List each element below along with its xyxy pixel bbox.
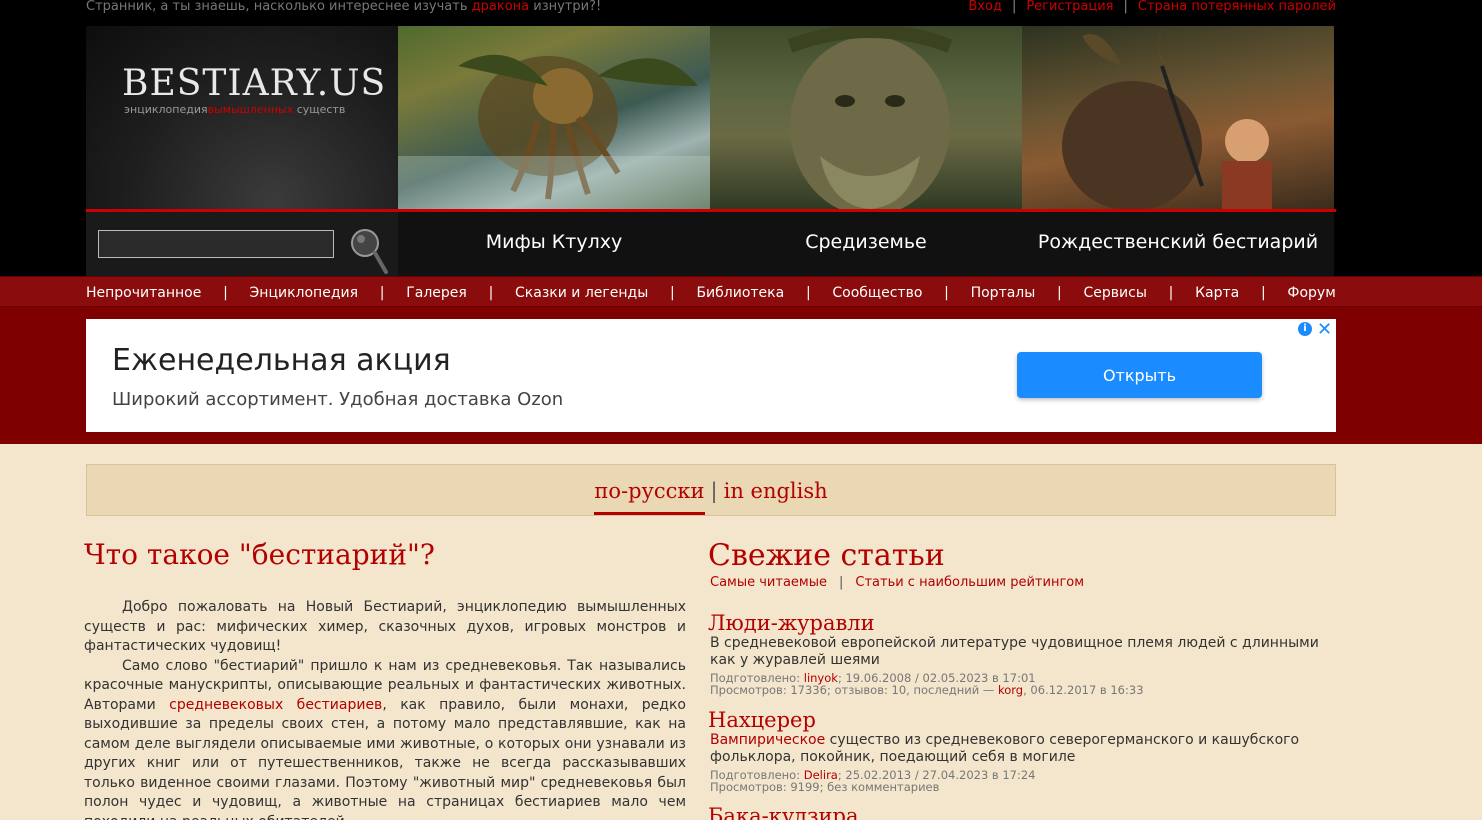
nav-services[interactable]: Сервисы	[1084, 285, 1147, 301]
article-filters: Самые читаемые | Статьи с наибольшим рейти…	[710, 575, 1084, 590]
nav-community[interactable]: Сообщество	[832, 285, 922, 301]
christmas-bestiary-image	[1022, 26, 1334, 211]
nav-separator: |	[944, 284, 949, 301]
lost-password-link[interactable]: Страна потерянных паролей	[1138, 0, 1336, 14]
intro-section: Что такое "бестиарий"? Добро пожаловать …	[84, 538, 686, 820]
nav-library[interactable]: Библиотека	[696, 285, 784, 301]
article-item: Нахцерер Вампирическое существо из средн…	[708, 708, 1336, 793]
nav-separator: |	[805, 284, 811, 301]
search-area	[86, 212, 398, 276]
intro-paragraph-1: Добро пожаловать на Новый Бестиарий, энц…	[84, 599, 686, 654]
nav-portals[interactable]: Порталы	[971, 285, 1036, 301]
register-link[interactable]: Регистрация	[1026, 0, 1113, 14]
panel-caption-christmas: Рождественский бестиарий	[1037, 231, 1319, 253]
nav-separator: |	[488, 284, 494, 301]
article-title[interactable]: Люди-журавли	[708, 611, 875, 635]
article-stats: Просмотров: 17336; отзывов: 10, последни…	[710, 683, 1144, 697]
intro-text: Добро пожаловать на Новый Бестиарий, энц…	[84, 598, 686, 820]
topbar: Странник, а ты знаешь, насколько интерес…	[86, 0, 1336, 16]
nav-encyclopedia[interactable]: Энциклопедия	[250, 285, 359, 301]
nav-tales[interactable]: Сказки и легенды	[515, 285, 648, 301]
cthulhu-image	[398, 26, 710, 209]
fresh-articles-section: Свежие статьи Самые читаемые | Статьи с на…	[708, 538, 1336, 820]
panel-caption-cthulhu: Мифы Ктулху	[485, 231, 623, 253]
panel-caption-middle-earth: Средиземье	[805, 231, 927, 253]
logo-subtitle: энциклопедиявымышленных существ	[124, 103, 346, 116]
article-description: В средневековой европейской литературе ч…	[710, 635, 1319, 668]
header: BESTIARY.US энциклопедиявымышленных суще…	[86, 26, 1336, 276]
close-icon[interactable]: ✕	[1317, 319, 1332, 340]
logo-title: BESTIARY.US	[122, 63, 387, 104]
article-item: Бака-кудзира	[708, 804, 1336, 820]
ad-title: Еженедельная акция	[112, 343, 451, 378]
last-commenter-link[interactable]: korg	[998, 683, 1023, 697]
ad-banner[interactable]: Еженедельная акция Широкий ассортимент. …	[86, 319, 1336, 432]
auth-links: Вход | Регистрация | Страна потерянных парол…	[968, 0, 1336, 14]
login-link[interactable]: Вход	[968, 0, 1002, 14]
panel-cthulhu[interactable]: Мифы Ктулху	[398, 26, 710, 276]
top-rated-link[interactable]: Статьи с наибольшим рейтингом	[855, 575, 1084, 590]
search-input[interactable]	[98, 230, 334, 258]
tagline-dragon-link[interactable]: дракона	[472, 0, 529, 14]
nav-separator: |	[669, 284, 675, 301]
tagline-text: Странник, а ты знаешь, насколько интерес…	[86, 0, 472, 14]
filter-separator: |	[838, 575, 844, 590]
fresh-articles-heading: Свежие статьи	[708, 538, 945, 573]
auth-separator: |	[1011, 0, 1017, 14]
nav-separator: |	[1168, 284, 1174, 301]
tagline: Странник, а ты знаешь, насколько интерес…	[86, 0, 601, 14]
nav-separator: |	[1260, 284, 1266, 301]
main-nav: Непрочитанное | Энциклопедия | Галерея |…	[0, 276, 1482, 307]
ad-text: Широкий ассортимент. Удобная доставка Oz…	[112, 389, 564, 410]
nav-gallery[interactable]: Галерея	[406, 285, 467, 301]
article-title[interactable]: Бака-кудзира	[708, 804, 859, 820]
intro-heading: Что такое "бестиарий"?	[84, 538, 435, 571]
panel-middle-earth[interactable]: Средиземье	[710, 26, 1022, 276]
article-title[interactable]: Нахцерер	[708, 708, 816, 732]
nav-separator: |	[1057, 284, 1062, 301]
ad-open-button[interactable]: Открыть	[1017, 352, 1262, 398]
panel-christmas-bestiary[interactable]: Рождественский бестиарий	[1022, 26, 1334, 276]
intro-paragraph-2: Само слово "бестиарий" пришло к нам из с…	[84, 657, 686, 820]
medieval-bestiaries-link[interactable]: средневековых бестиариев	[169, 697, 382, 713]
vampiric-link[interactable]: Вампирическое	[710, 732, 825, 748]
tagline-text-end: изнутри?!	[529, 0, 602, 14]
lang-separator: |	[710, 479, 718, 503]
article-stats: Просмотров: 9199; без комментариев	[710, 780, 940, 794]
middle-earth-image	[710, 26, 1022, 216]
language-switcher: по-русски | in english	[86, 464, 1336, 516]
nav-forum[interactable]: Форум	[1287, 285, 1335, 301]
cthulhu-illustration	[398, 54, 710, 209]
ent-illustration	[787, 26, 953, 216]
nav-map[interactable]: Карта	[1195, 285, 1239, 301]
nav-separator: |	[223, 284, 228, 301]
most-read-link[interactable]: Самые читаемые	[710, 575, 827, 590]
krampus-illustration	[1062, 31, 1272, 211]
article-item: Люди-журавли В средневековой европейской…	[708, 611, 1336, 696]
main-nav-items: Непрочитанное | Энциклопедия | Галерея |…	[86, 277, 1336, 308]
nav-separator: |	[379, 284, 385, 301]
lang-english[interactable]: in english	[724, 479, 828, 503]
article-description: Вампирическое существо из средневекового…	[710, 732, 1300, 765]
ad-banner-area: Еженедельная акция Широкий ассортимент. …	[0, 307, 1482, 444]
info-icon[interactable]: i	[1298, 322, 1312, 336]
auth-separator: |	[1123, 0, 1128, 14]
nav-unread[interactable]: Непрочитанное	[86, 285, 201, 301]
magnifier-icon[interactable]	[348, 226, 388, 274]
lang-russian[interactable]: по-русски	[594, 479, 705, 515]
